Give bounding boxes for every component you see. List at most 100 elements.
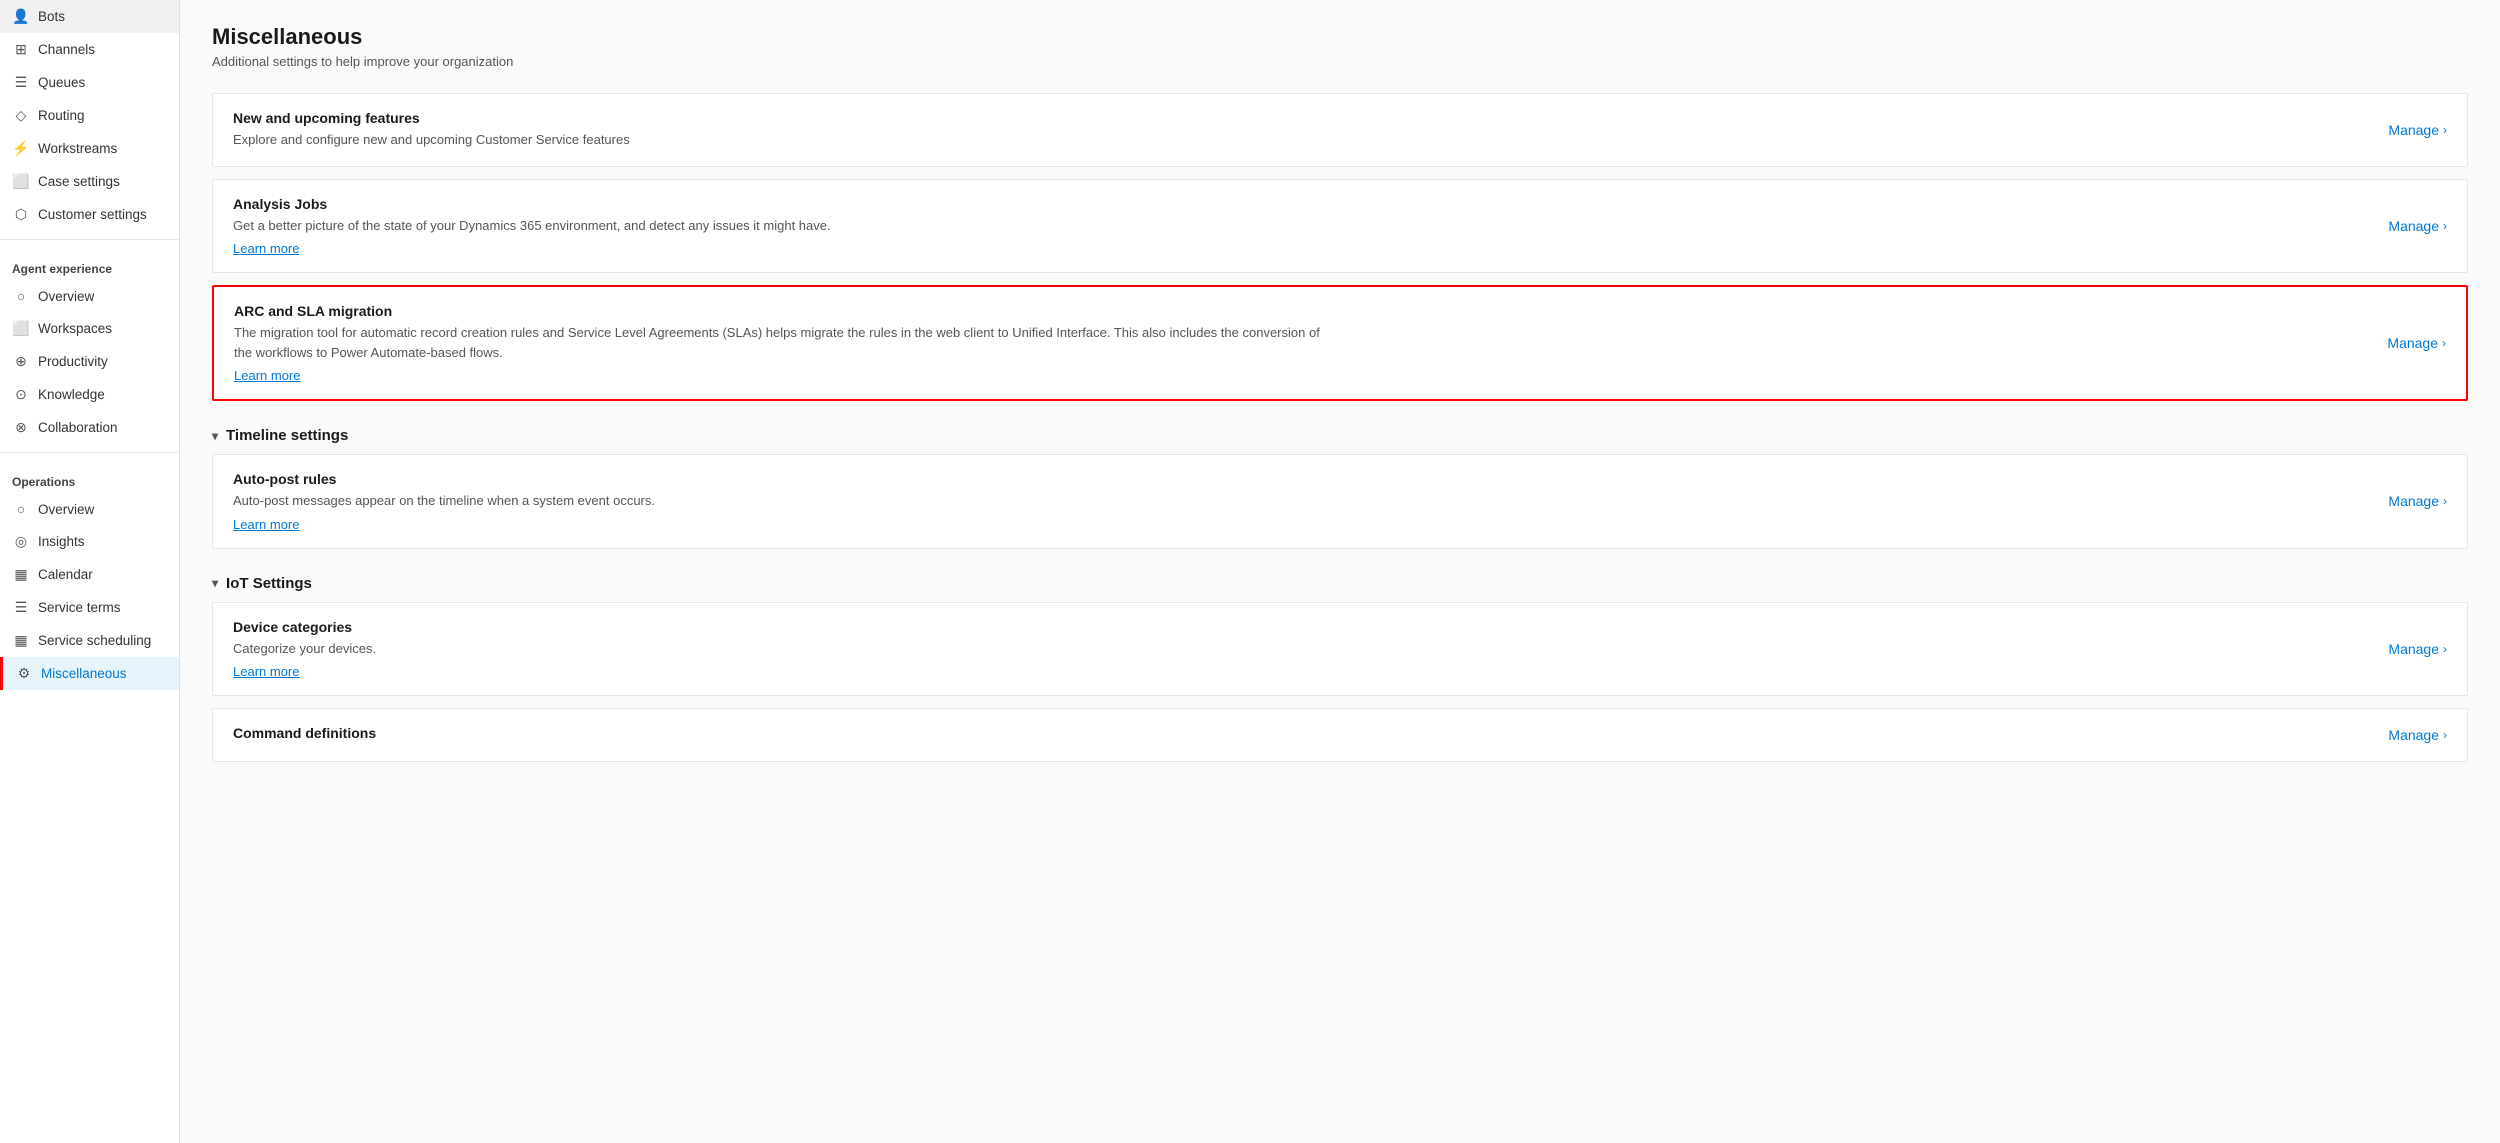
timeline-collapse-icon: ▾: [212, 429, 218, 443]
command-definitions-manage-chevron: ›: [2443, 728, 2447, 742]
card-analysis-jobs: Analysis Jobs Get a better picture of th…: [212, 179, 2468, 274]
sidebar-item-op-calendar[interactable]: ▦Calendar: [0, 558, 179, 591]
sidebar-item-op-service-scheduling[interactable]: ▦Service scheduling: [0, 624, 179, 657]
sidebar-item-ae-knowledge[interactable]: ⊙ Knowledge: [0, 378, 179, 411]
sidebar-divider-1: [0, 239, 179, 240]
arc-sla-migration-manage-button[interactable]: Manage ›: [2367, 335, 2446, 351]
sidebar-item-ae-productivity[interactable]: ⊕ Productivity: [0, 345, 179, 378]
op-miscellaneous-label: Miscellaneous: [41, 666, 127, 681]
analysis-jobs-learn-more[interactable]: Learn more: [233, 241, 2368, 256]
channels-label: Channels: [38, 42, 95, 57]
ae-knowledge-icon: ⊙: [12, 386, 30, 403]
op-overview-icon: ○: [12, 501, 30, 517]
analysis-jobs-manage-chevron: ›: [2443, 219, 2447, 233]
page-subtitle: Additional settings to help improve your…: [212, 54, 2468, 69]
ae-collaboration-icon: ⊗: [12, 419, 30, 436]
case-settings-icon: ⬜: [12, 173, 30, 190]
op-miscellaneous-icon: ⚙: [15, 665, 33, 682]
sidebar: 👤 Bots ⊞Channels ☰ Queues ◇ Routing ⚡Workstream…: [0, 0, 180, 1143]
command-definitions-title: Command definitions: [233, 725, 2368, 741]
op-calendar-label: Calendar: [38, 567, 93, 582]
auto-post-rules-learn-more[interactable]: Learn more: [233, 517, 2368, 532]
op-service-terms-icon: ☰: [12, 599, 30, 616]
new-features-manage-chevron: ›: [2443, 123, 2447, 137]
command-definitions-manage-label: Manage: [2388, 727, 2439, 743]
auto-post-rules-manage-label: Manage: [2388, 493, 2439, 509]
case-settings-label: Case settings: [38, 174, 120, 189]
timeline-section-header[interactable]: ▾ Timeline settings: [212, 413, 2468, 454]
sidebar-item-queues[interactable]: ☰ Queues: [0, 66, 179, 99]
ae-collaboration-label: Collaboration: [38, 420, 118, 435]
sidebar-item-customer-settings[interactable]: ⬡ Customer settings: [0, 198, 179, 231]
agent-experience-header: Agent experience: [0, 248, 179, 280]
command-definitions-manage-button[interactable]: Manage ›: [2368, 727, 2447, 743]
routing-icon: ◇: [12, 107, 30, 124]
device-categories-manage-button[interactable]: Manage ›: [2368, 641, 2447, 657]
device-categories-desc: Categorize your devices.: [233, 639, 1333, 659]
sidebar-item-ae-overview[interactable]: ○Overview: [0, 280, 179, 312]
op-service-terms-label: Service terms: [38, 600, 121, 615]
routing-label: Routing: [38, 108, 85, 123]
arc-sla-migration-manage-label: Manage: [2387, 335, 2438, 351]
analysis-jobs-manage-button[interactable]: Manage ›: [2368, 218, 2447, 234]
arc-sla-migration-manage-chevron: ›: [2442, 336, 2446, 350]
device-categories-learn-more[interactable]: Learn more: [233, 664, 2368, 679]
analysis-jobs-content: Analysis Jobs Get a better picture of th…: [233, 196, 2368, 257]
auto-post-rules-manage-button[interactable]: Manage ›: [2368, 493, 2447, 509]
sidebar-item-channels[interactable]: ⊞Channels: [0, 33, 179, 66]
auto-post-rules-manage-chevron: ›: [2443, 494, 2447, 508]
card-arc-sla-migration: ARC and SLA migration The migration tool…: [212, 285, 2468, 401]
sidebar-item-workstreams[interactable]: ⚡Workstreams: [0, 132, 179, 165]
auto-post-rules-desc: Auto-post messages appear on the timelin…: [233, 491, 1333, 511]
sidebar-item-routing[interactable]: ◇ Routing: [0, 99, 179, 132]
timeline-section-label: Timeline settings: [226, 427, 348, 444]
arc-sla-migration-content: ARC and SLA migration The migration tool…: [234, 303, 2367, 383]
arc-sla-migration-learn-more[interactable]: Learn more: [234, 368, 2367, 383]
sidebar-item-op-overview[interactable]: ○ Overview: [0, 493, 179, 525]
ae-workspaces-icon: ⬜: [12, 320, 30, 337]
device-categories-manage-chevron: ›: [2443, 642, 2447, 656]
customer-settings-icon: ⬡: [12, 206, 30, 223]
main-content: Miscellaneous Additional settings to hel…: [180, 0, 2500, 1143]
customer-settings-label: Customer settings: [38, 207, 147, 222]
device-categories-title: Device categories: [233, 619, 2368, 635]
op-insights-icon: ◎: [12, 533, 30, 550]
sidebar-item-case-settings[interactable]: ⬜ Case settings: [0, 165, 179, 198]
sidebar-item-ae-collaboration[interactable]: ⊗ Collaboration: [0, 411, 179, 444]
sidebar-item-op-service-terms[interactable]: ☰ Service terms: [0, 591, 179, 624]
queues-icon: ☰: [12, 74, 30, 91]
op-overview-label: Overview: [38, 502, 94, 517]
new-features-manage-button[interactable]: Manage ›: [2368, 122, 2447, 138]
op-service-scheduling-icon: ▦: [12, 632, 30, 649]
bots-icon: 👤: [12, 8, 30, 25]
device-categories-manage-label: Manage: [2388, 641, 2439, 657]
bots-label: Bots: [38, 9, 65, 24]
card-auto-post-rules: Auto-post rules Auto-post messages appea…: [212, 454, 2468, 549]
sidebar-item-op-insights[interactable]: ◎ Insights: [0, 525, 179, 558]
auto-post-rules-content: Auto-post rules Auto-post messages appea…: [233, 471, 2368, 532]
analysis-jobs-desc: Get a better picture of the state of you…: [233, 216, 1333, 236]
new-features-title: New and upcoming features: [233, 110, 2368, 126]
queues-label: Queues: [38, 75, 85, 90]
card-new-features: New and upcoming features Explore and co…: [212, 93, 2468, 167]
operations-header: Operations: [0, 461, 179, 493]
sidebar-item-bots[interactable]: 👤 Bots: [0, 0, 179, 33]
iot-collapse-icon: ▾: [212, 576, 218, 590]
op-insights-label: Insights: [38, 534, 85, 549]
iot-section-header[interactable]: ▾ IoT Settings: [212, 561, 2468, 602]
card-command-definitions: Command definitions Manage ›: [212, 708, 2468, 762]
command-definitions-content: Command definitions: [233, 725, 2368, 745]
auto-post-rules-title: Auto-post rules: [233, 471, 2368, 487]
ae-productivity-label: Productivity: [38, 354, 108, 369]
workstreams-label: Workstreams: [38, 141, 117, 156]
sidebar-item-op-miscellaneous[interactable]: ⚙ Miscellaneous: [0, 657, 179, 690]
card-device-categories: Device categories Categorize your device…: [212, 602, 2468, 697]
new-features-content: New and upcoming features Explore and co…: [233, 110, 2368, 150]
ae-productivity-icon: ⊕: [12, 353, 30, 370]
sidebar-item-ae-workspaces[interactable]: ⬜Workspaces: [0, 312, 179, 345]
arc-sla-migration-desc: The migration tool for automatic record …: [234, 323, 1334, 362]
ae-knowledge-label: Knowledge: [38, 387, 105, 402]
sidebar-divider-2: [0, 452, 179, 453]
device-categories-content: Device categories Categorize your device…: [233, 619, 2368, 680]
ae-overview-label: Overview: [38, 289, 94, 304]
